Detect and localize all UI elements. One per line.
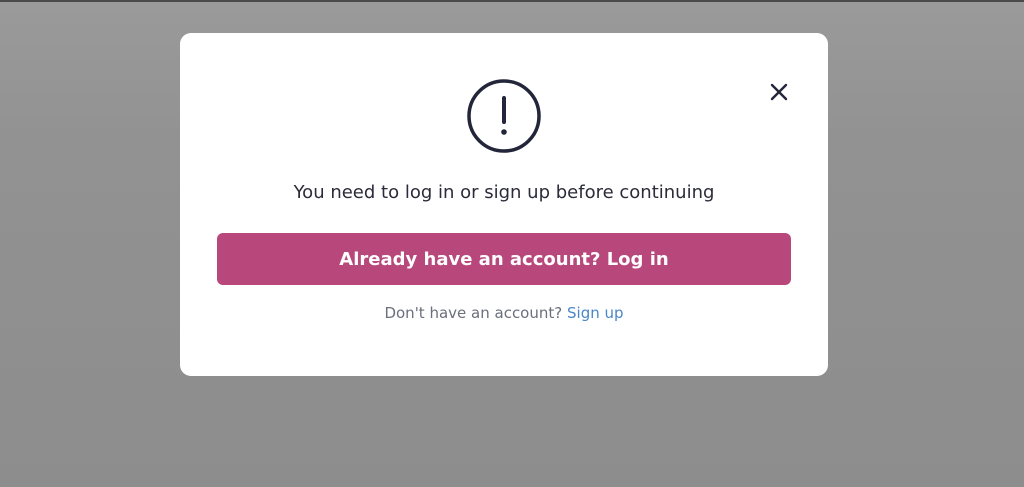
signup-link[interactable]: Sign up: [567, 304, 624, 322]
signup-prompt-text: Don't have an account?: [384, 304, 563, 322]
close-button[interactable]: [766, 79, 792, 105]
login-required-dialog: You need to log in or sign up before con…: [180, 33, 828, 376]
close-icon: [770, 83, 788, 101]
top-border: [0, 0, 1024, 2]
dialog-message: You need to log in or sign up before con…: [293, 182, 715, 203]
signup-prompt-line: Don't have an account? Sign up: [180, 303, 828, 323]
exclamation-circle-icon: [467, 79, 541, 153]
login-button[interactable]: Already have an account? Log in: [217, 233, 791, 285]
